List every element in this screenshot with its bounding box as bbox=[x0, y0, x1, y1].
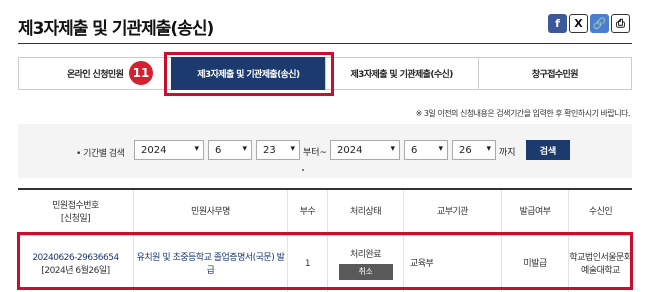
search-panel: • 기간별 검색 2024 ▾ 6 ▾ 23 ▾ 부터~ 2024 ▾ 6 ▾ 26 ▾ 까… bbox=[18, 124, 632, 178]
decorative-dot bbox=[302, 169, 304, 171]
share-bar: f X 🔗 ⎙ bbox=[548, 14, 630, 33]
chevron-down-icon: ▾ bbox=[242, 144, 247, 154]
highlight-row-box bbox=[17, 232, 633, 290]
from-year-value: 2024 bbox=[141, 144, 167, 156]
header-receipt-line1: 민원접수번호 bbox=[52, 200, 99, 211]
page-title: 제3자제출 및 기관제출(송신) bbox=[18, 19, 214, 39]
header-receipt-line2: [신청일] bbox=[60, 213, 91, 224]
search-label-text: 기간별 검색 bbox=[83, 149, 125, 159]
chevron-down-icon: ▾ bbox=[390, 144, 395, 154]
to-month-select[interactable]: 6 ▾ bbox=[404, 140, 448, 160]
from-day-select[interactable]: 23 ▾ bbox=[256, 140, 300, 160]
step-badge: 11 bbox=[129, 61, 153, 85]
title-divider bbox=[18, 43, 632, 44]
to-month-value: 6 bbox=[411, 144, 418, 156]
chevron-down-icon: ▾ bbox=[486, 144, 491, 154]
search-label: • 기간별 검색 bbox=[76, 149, 125, 159]
tab-third-party-received[interactable]: 제3자제출 및 기관제출(수신) bbox=[324, 57, 479, 90]
from-suffix: 부터~ bbox=[303, 148, 328, 158]
to-day-value: 26 bbox=[459, 144, 472, 156]
to-year-value: 2024 bbox=[337, 144, 363, 156]
from-day-value: 23 bbox=[263, 144, 276, 156]
chevron-down-icon: ▾ bbox=[290, 144, 295, 154]
link-icon[interactable]: 🔗 bbox=[590, 14, 609, 33]
from-year-select[interactable]: 2024 ▾ bbox=[134, 140, 204, 160]
header-issued: 발급여부 bbox=[501, 190, 568, 235]
header-receipt-no: 민원접수번호 [신청일] bbox=[18, 190, 133, 235]
to-year-select[interactable]: 2024 ▾ bbox=[330, 140, 400, 160]
header-recipient: 수신인 bbox=[568, 190, 632, 235]
header-status: 처리상태 bbox=[327, 190, 403, 235]
tab-counter-applications[interactable]: 창구접수민원 bbox=[477, 57, 632, 90]
x-icon[interactable]: X bbox=[569, 14, 588, 33]
highlight-tab-box bbox=[164, 52, 334, 96]
to-suffix: 까지 bbox=[499, 148, 516, 158]
header-copies: 부수 bbox=[287, 190, 327, 235]
from-month-value: 6 bbox=[215, 144, 222, 156]
chevron-down-icon: ▾ bbox=[194, 144, 199, 154]
header-agency: 교부기관 bbox=[403, 190, 501, 235]
facebook-icon[interactable]: f bbox=[548, 14, 567, 33]
search-notice: ※ 3일 이전의 신청내용은 검색기간을 입력한 후 확인하시기 바랍니다. bbox=[415, 109, 631, 118]
header-service: 민원사무명 bbox=[133, 190, 287, 235]
from-month-select[interactable]: 6 ▾ bbox=[208, 140, 252, 160]
chevron-down-icon: ▾ bbox=[438, 144, 443, 154]
table-header: 민원접수번호 [신청일] 민원사무명 부수 처리상태 교부기관 발급여부 수신인 bbox=[18, 190, 632, 236]
search-button[interactable]: 검색 bbox=[526, 140, 570, 160]
print-icon[interactable]: ⎙ bbox=[611, 14, 630, 33]
to-day-select[interactable]: 26 ▾ bbox=[452, 140, 496, 160]
